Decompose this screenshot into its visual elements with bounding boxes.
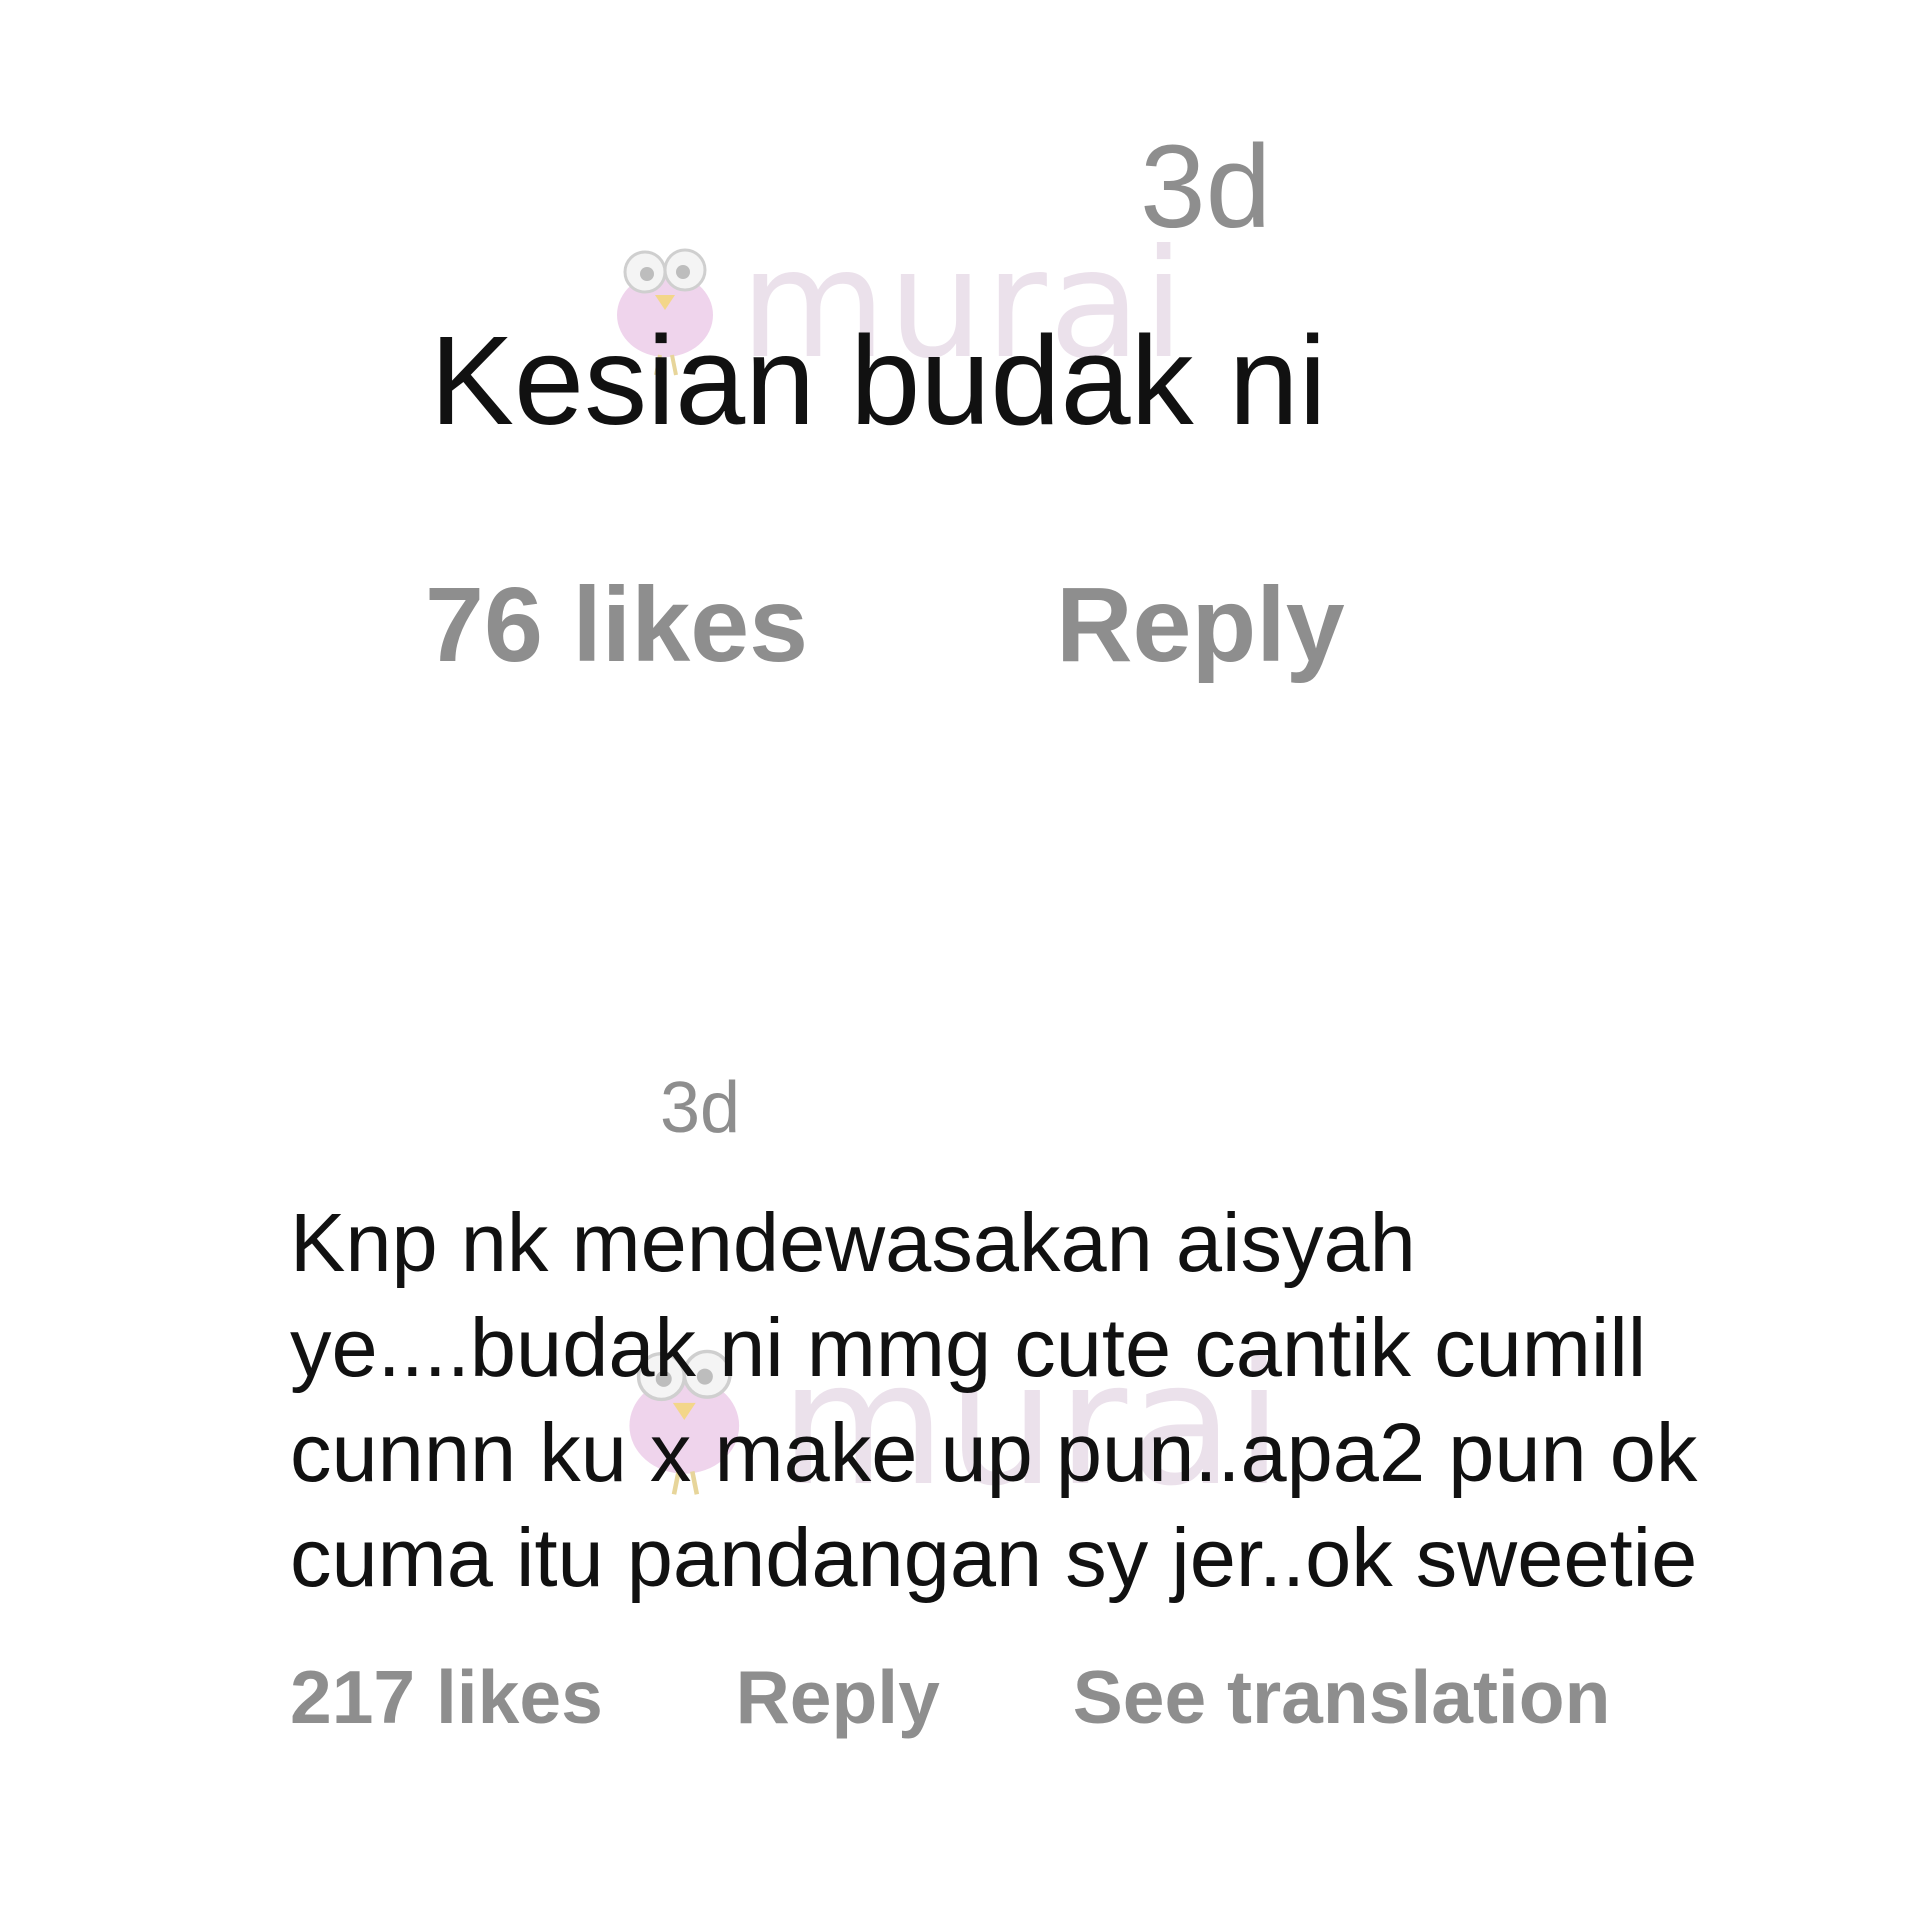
comment-text: Knp nk mendewasakan aisyah ye....budak n… (290, 1190, 1910, 1610)
reply-button[interactable]: Reply (1056, 572, 1345, 678)
comment-text: Kesian budak ni (430, 310, 1327, 451)
comment-text-line: Knp nk mendewasakan aisyah (290, 1196, 1416, 1289)
comment-text-line: cunnn ku x make up pun..apa2 pun ok (290, 1406, 1698, 1499)
reply-button[interactable]: Reply (736, 1660, 940, 1735)
comment-text-line: cuma itu pandangan sy jer..ok sweetie (290, 1511, 1698, 1604)
comment-likes-link[interactable]: 76 likes (425, 572, 808, 678)
comment-timestamp: 3d (660, 1068, 741, 1148)
comment-likes-link[interactable]: 217 likes (290, 1660, 603, 1735)
comment-actions: 217 likes Reply See translation (290, 1660, 1610, 1735)
comment-timestamp: 3d (1140, 121, 1272, 253)
see-translation-button[interactable]: See translation (1073, 1660, 1611, 1735)
comment-text-line: ye....budak ni mmg cute cantik cumill (290, 1301, 1647, 1394)
